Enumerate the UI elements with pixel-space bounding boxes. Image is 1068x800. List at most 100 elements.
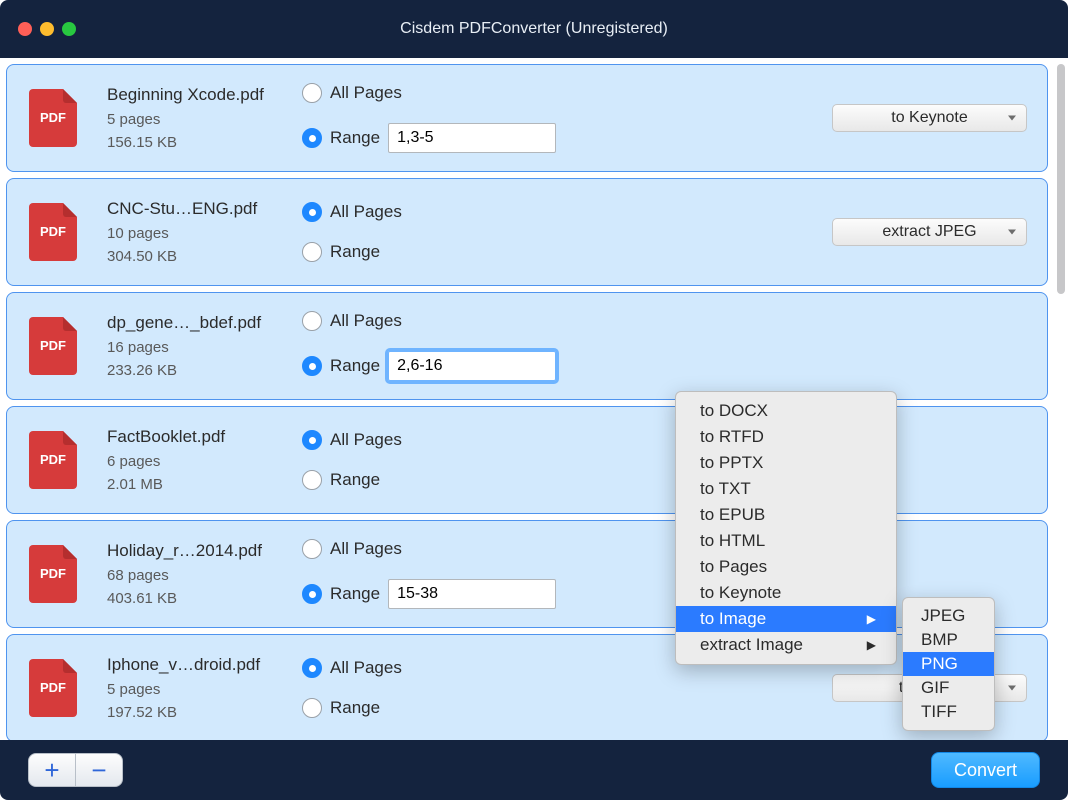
file-size: 233.26 KB [107, 362, 302, 379]
image-format-item[interactable]: PNG [903, 652, 994, 676]
file-info: CNC-Stu…ENG.pdf 10 pages 304.50 KB [107, 199, 302, 265]
file-size: 197.52 KB [107, 704, 302, 721]
radio-icon[interactable] [302, 698, 322, 718]
convert-button[interactable]: Convert [931, 752, 1040, 788]
page-selection: All Pages Range [302, 83, 556, 153]
file-row[interactable]: PDF Beginning Xcode.pdf 5 pages 156.15 K… [6, 64, 1048, 172]
image-format-item[interactable]: TIFF [903, 700, 994, 724]
file-info: Iphone_v…droid.pdf 5 pages 197.52 KB [107, 655, 302, 721]
radio-icon[interactable] [302, 430, 322, 450]
range-input[interactable] [388, 123, 556, 153]
svg-text:PDF: PDF [40, 680, 66, 695]
titlebar: Cisdem PDFConverter (Unregistered) [0, 0, 1068, 58]
page-count: 5 pages [107, 681, 302, 698]
range-label: Range [330, 470, 380, 490]
window-title: Cisdem PDFConverter (Unregistered) [400, 20, 668, 38]
pdf-file-icon: PDF [29, 545, 77, 603]
all-pages-label: All Pages [330, 311, 402, 331]
pdf-file-icon: PDF [29, 431, 77, 489]
all-pages-label: All Pages [330, 430, 402, 450]
format-menu-item[interactable]: extract Image▶ [676, 632, 896, 658]
file-name: dp_gene…_bdef.pdf [107, 313, 302, 333]
all-pages-option[interactable]: All Pages [302, 658, 402, 678]
format-menu-item[interactable]: to TXT [676, 476, 896, 502]
format-dropdown[interactable]: to Keynote [832, 104, 1027, 132]
file-size: 2.01 MB [107, 476, 302, 493]
radio-icon[interactable] [302, 83, 322, 103]
file-name: Holiday_r…2014.pdf [107, 541, 302, 561]
page-selection: All Pages Range [302, 539, 556, 609]
range-option[interactable]: Range [302, 242, 402, 262]
file-row[interactable]: PDF dp_gene…_bdef.pdf 16 pages 233.26 KB… [6, 292, 1048, 400]
all-pages-label: All Pages [330, 202, 402, 222]
format-menu-item[interactable]: to Keynote [676, 580, 896, 606]
image-format-item[interactable]: BMP [903, 628, 994, 652]
format-dropdown[interactable]: extract JPEG [832, 218, 1027, 246]
format-menu-item[interactable]: to Pages [676, 554, 896, 580]
image-format-item[interactable]: GIF [903, 676, 994, 700]
range-input[interactable] [388, 351, 556, 381]
format-menu-item[interactable]: to EPUB [676, 502, 896, 528]
all-pages-option[interactable]: All Pages [302, 202, 402, 222]
footer-toolbar: + − Convert [0, 740, 1068, 800]
zoom-window-button[interactable] [62, 22, 76, 36]
page-selection: All Pages Range [302, 311, 556, 381]
all-pages-option[interactable]: All Pages [302, 83, 556, 103]
range-option[interactable]: Range [302, 698, 402, 718]
content-area: PDF Beginning Xcode.pdf 5 pages 156.15 K… [0, 58, 1068, 740]
submenu-arrow-icon: ▶ [867, 612, 876, 626]
radio-icon[interactable] [302, 202, 322, 222]
radio-icon[interactable] [302, 658, 322, 678]
range-option[interactable]: Range [302, 470, 402, 490]
file-name: Iphone_v…droid.pdf [107, 655, 302, 675]
range-label: Range [330, 356, 380, 376]
pdf-file-icon: PDF [29, 659, 77, 717]
format-menu-item[interactable]: to HTML [676, 528, 896, 554]
close-window-button[interactable] [18, 22, 32, 36]
page-selection: All Pages Range [302, 202, 402, 262]
file-size: 403.61 KB [107, 590, 302, 607]
all-pages-label: All Pages [330, 539, 402, 559]
minimize-window-button[interactable] [40, 22, 54, 36]
svg-text:PDF: PDF [40, 338, 66, 353]
radio-icon[interactable] [302, 242, 322, 262]
range-option[interactable]: Range [302, 351, 556, 381]
pdf-file-icon: PDF [29, 203, 77, 261]
all-pages-option[interactable]: All Pages [302, 311, 556, 331]
radio-icon[interactable] [302, 128, 322, 148]
radio-icon[interactable] [302, 584, 322, 604]
page-count: 6 pages [107, 453, 302, 470]
remove-file-button[interactable]: − [76, 754, 122, 786]
page-count: 16 pages [107, 339, 302, 356]
range-option[interactable]: Range [302, 123, 556, 153]
format-menu-item[interactable]: to Image▶ [676, 606, 896, 632]
range-option[interactable]: Range [302, 579, 556, 609]
format-dropdown-menu[interactable]: to DOCXto RTFDto PPTXto TXTto EPUBto HTM… [675, 391, 897, 665]
format-menu-item[interactable]: to RTFD [676, 424, 896, 450]
image-format-submenu[interactable]: JPEGBMPPNGGIFTIFF [902, 597, 995, 731]
format-menu-item[interactable]: to DOCX [676, 398, 896, 424]
radio-icon[interactable] [302, 356, 322, 376]
format-menu-item[interactable]: to PPTX [676, 450, 896, 476]
image-format-item[interactable]: JPEG [903, 604, 994, 628]
pdf-file-icon: PDF [29, 317, 77, 375]
range-input[interactable] [388, 579, 556, 609]
all-pages-option[interactable]: All Pages [302, 430, 402, 450]
all-pages-option[interactable]: All Pages [302, 539, 556, 559]
scroll-thumb[interactable] [1057, 64, 1065, 294]
add-file-button[interactable]: + [29, 754, 75, 786]
range-label: Range [330, 128, 380, 148]
file-info: FactBooklet.pdf 6 pages 2.01 MB [107, 427, 302, 493]
window-controls [18, 22, 76, 36]
radio-icon[interactable] [302, 539, 322, 559]
radio-icon[interactable] [302, 311, 322, 331]
all-pages-label: All Pages [330, 83, 402, 103]
file-row[interactable]: PDF CNC-Stu…ENG.pdf 10 pages 304.50 KB A… [6, 178, 1048, 286]
file-name: CNC-Stu…ENG.pdf [107, 199, 302, 219]
scrollbar[interactable] [1054, 58, 1068, 740]
file-size: 156.15 KB [107, 134, 302, 151]
radio-icon[interactable] [302, 470, 322, 490]
app-window: Cisdem PDFConverter (Unregistered) PDF B… [0, 0, 1068, 800]
page-selection: All Pages Range [302, 430, 402, 490]
file-info: dp_gene…_bdef.pdf 16 pages 233.26 KB [107, 313, 302, 379]
